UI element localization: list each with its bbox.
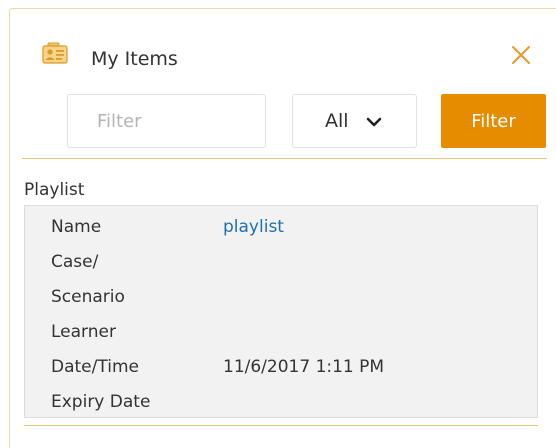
filter-input[interactable] <box>67 94 266 148</box>
panel-header: My Items <box>10 9 556 75</box>
bottom-divider <box>24 425 538 426</box>
close-icon[interactable] <box>510 44 532 66</box>
row-value: 11/6/2017 1:11 PM <box>223 357 385 377</box>
scope-select[interactable]: All <box>292 94 417 148</box>
section-label: Playlist <box>24 180 85 200</box>
row-label: Learner <box>51 322 116 342</box>
row-label: Scenario <box>51 287 125 307</box>
header-divider <box>22 158 547 159</box>
playlist-record: Name playlist Case/ Scenario Learner Dat… <box>24 205 538 418</box>
scope-select-value: All <box>325 110 349 132</box>
record-row-scenario: Scenario <box>25 282 537 316</box>
playlist-name-link[interactable]: playlist <box>223 217 284 237</box>
row-label: Name <box>51 217 102 237</box>
row-label: Case/ <box>51 252 99 272</box>
row-label: Expiry Date <box>51 392 151 412</box>
record-row-case: Case/ <box>25 247 537 281</box>
record-row-learner: Learner <box>25 317 537 351</box>
record-row-expiry: Expiry Date <box>25 387 537 421</box>
chevron-down-icon <box>365 115 383 129</box>
record-row-name: Name playlist <box>25 212 537 246</box>
panel-title: My Items <box>91 48 178 70</box>
items-card-icon <box>42 42 68 64</box>
filter-button[interactable]: Filter <box>441 94 546 148</box>
row-label: Date/Time <box>51 357 139 377</box>
record-row-datetime: Date/Time 11/6/2017 1:11 PM <box>25 352 537 386</box>
